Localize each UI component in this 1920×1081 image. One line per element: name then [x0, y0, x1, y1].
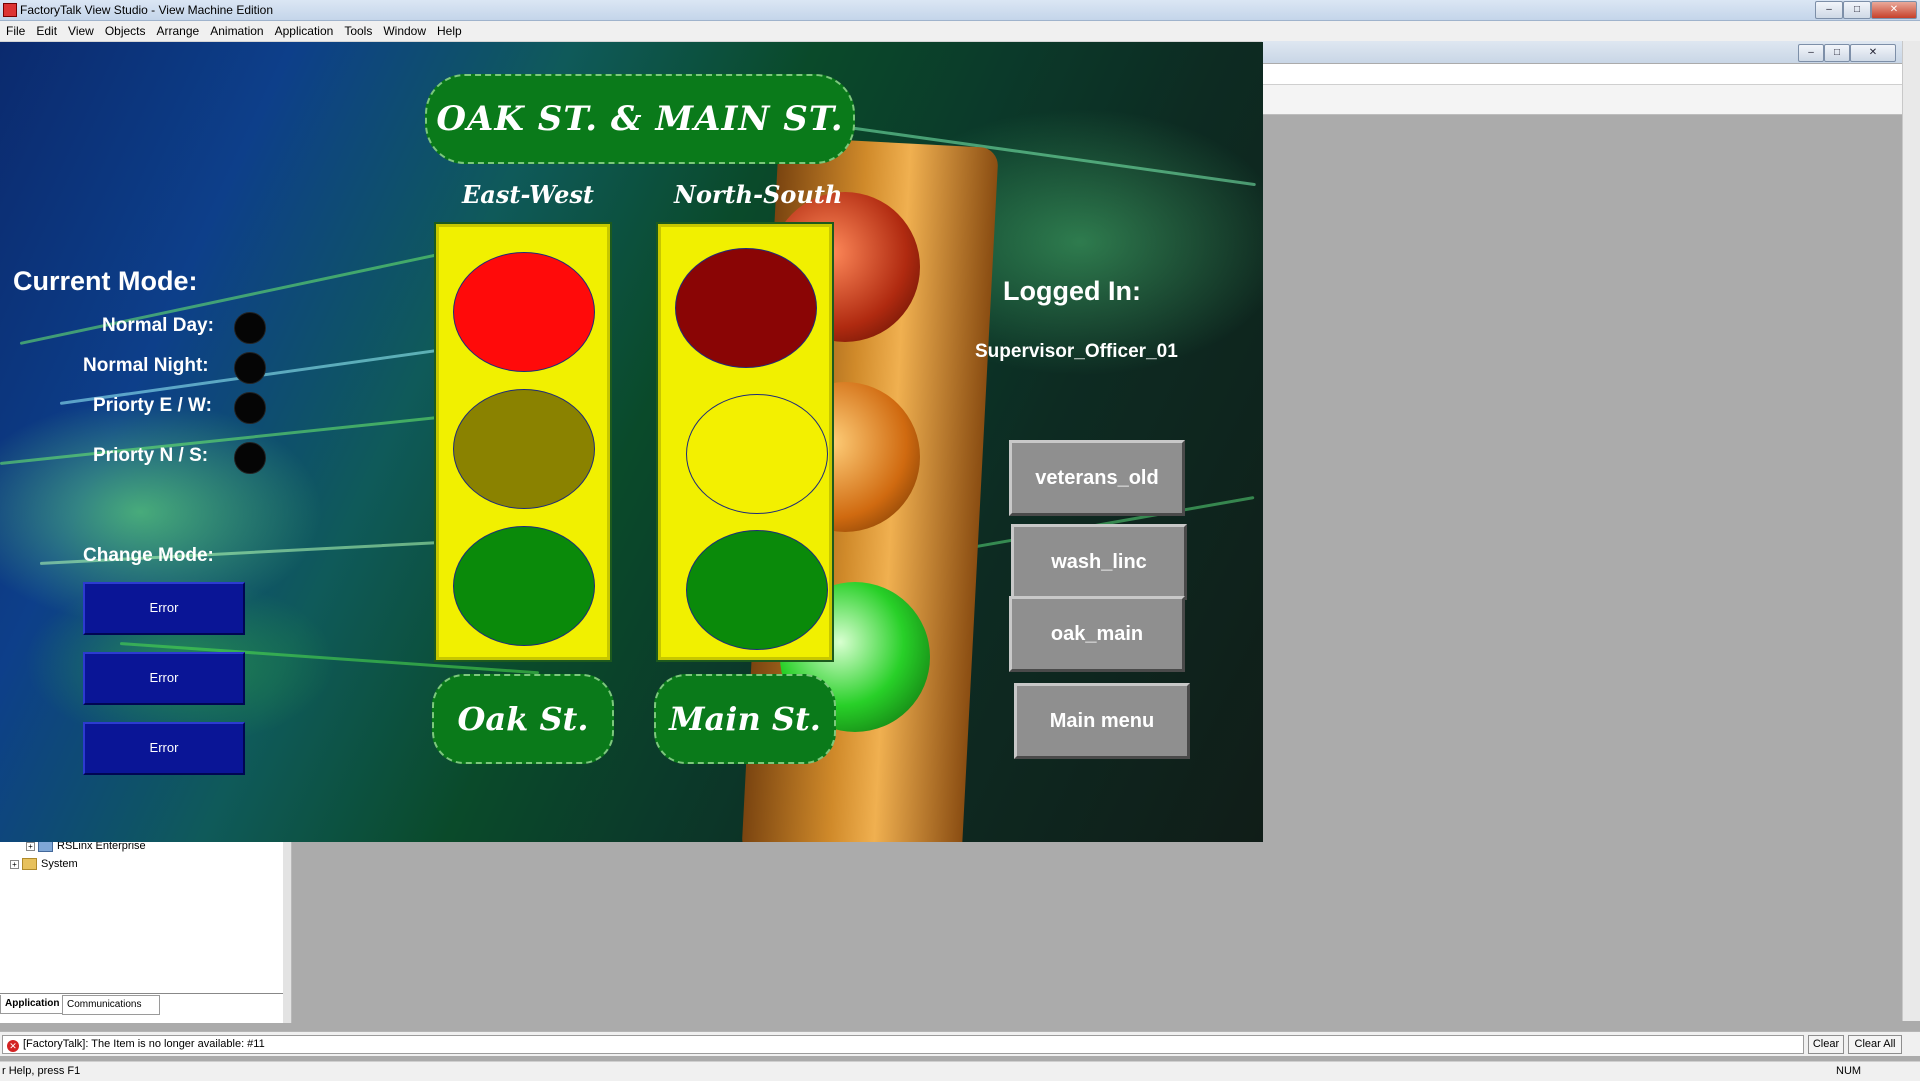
app-icon	[3, 3, 17, 17]
mode-label-priority-ew: Priorty E / W:	[93, 395, 212, 416]
diagnostics-message: [FactoryTalk]: The Item is no longer ava…	[23, 1038, 265, 1050]
menu-edit[interactable]: Edit	[30, 21, 62, 38]
change-mode-button-3[interactable]: Error	[83, 722, 245, 775]
clear-button[interactable]: Clear	[1808, 1035, 1844, 1054]
mode-indicator-normal-day	[234, 312, 266, 344]
east-west-red-lamp	[453, 252, 595, 372]
status-help-text: r Help, press F1	[2, 1065, 81, 1077]
inner-minimize-button[interactable]: –	[1798, 44, 1824, 62]
east-west-yellow-lamp	[453, 389, 595, 509]
tab-communications[interactable]: Communications	[62, 995, 160, 1015]
diagnostics-message-field[interactable]: ✕ [FactoryTalk]: The Item is no longer av…	[2, 1035, 1804, 1054]
mode-indicator-priority-ns	[234, 442, 266, 474]
mode-indicator-normal-night	[234, 352, 266, 384]
inner-window-bar: – □ ✕	[1262, 41, 1902, 63]
nav-button-veterans-old[interactable]: veterans_old	[1009, 440, 1185, 516]
menu-bar: File Edit View Objects Arrange Animation Appli…	[0, 21, 1920, 42]
menu-help[interactable]: Help	[431, 21, 467, 38]
menu-application[interactable]: Application	[269, 21, 339, 38]
change-mode-heading: Change Mode:	[83, 545, 214, 566]
north-south-yellow-lamp	[686, 394, 828, 514]
mode-label-normal-day: Normal Day:	[102, 315, 214, 336]
change-mode-button-1[interactable]: Error	[83, 582, 245, 635]
menu-file[interactable]: File	[0, 21, 30, 38]
east-west-green-lamp	[453, 526, 595, 646]
nav-button-oak-main[interactable]: oak_main	[1009, 596, 1185, 672]
expand-icon[interactable]: +	[10, 859, 19, 869]
north-south-label: North-South	[674, 180, 843, 209]
oak-street-label: Oak St.	[432, 674, 614, 764]
panel-splitter[interactable]	[283, 840, 292, 1023]
menu-arrange[interactable]: Arrange	[151, 21, 205, 38]
current-mode-heading: Current Mode:	[13, 266, 198, 296]
logged-in-heading: Logged In:	[1003, 276, 1141, 306]
mode-label-normal-night: Normal Night:	[83, 355, 209, 376]
north-south-signal	[656, 222, 834, 662]
minimize-button[interactable]: –	[1815, 1, 1843, 19]
tab-application[interactable]: Application	[0, 995, 65, 1014]
change-mode-button-2[interactable]: Error	[83, 652, 245, 705]
menu-animation[interactable]: Animation	[204, 21, 268, 38]
main-street-label: Main St.	[654, 674, 836, 764]
inner-close-button[interactable]: ✕	[1850, 44, 1896, 62]
status-num-indicator: NUM	[1836, 1065, 1862, 1077]
east-west-signal	[434, 222, 612, 662]
inner-maximize-button[interactable]: □	[1824, 44, 1850, 62]
east-west-label: East-West	[462, 180, 594, 209]
explorer-tabs: Application Communications	[0, 993, 283, 1016]
status-bar: r Help, press F1 NUM	[0, 1061, 1920, 1081]
north-south-green-lamp	[686, 530, 828, 650]
logged-in-user: Supervisor_Officer_01	[975, 341, 1178, 362]
maximize-button[interactable]: □	[1843, 1, 1871, 19]
menu-window[interactable]: Window	[377, 21, 431, 38]
nav-button-wash-linc[interactable]: wash_linc	[1011, 524, 1187, 600]
window-title: FactoryTalk View Studio - View Machine E…	[20, 3, 274, 17]
expand-icon[interactable]: +	[26, 841, 35, 851]
hmi-display: OAK ST. & MAIN ST. East-West North-South…	[0, 42, 1263, 842]
menu-view[interactable]: View	[62, 21, 99, 38]
folder-icon	[22, 858, 37, 871]
close-button[interactable]: ✕	[1871, 1, 1917, 19]
diagnostics-bar: ✕ [FactoryTalk]: The Item is no longer av…	[0, 1031, 1920, 1056]
intersection-title: OAK ST. & MAIN ST.	[425, 74, 855, 164]
mode-indicator-priority-ew	[234, 392, 266, 424]
inner-toolbar-secondary	[1262, 85, 1902, 115]
clear-all-button[interactable]: Clear All	[1848, 1035, 1902, 1054]
tree-item-system[interactable]: + System	[10, 858, 78, 871]
vertical-scrollbar[interactable]	[1902, 41, 1920, 1021]
north-south-red-lamp	[675, 248, 817, 368]
menu-objects[interactable]: Objects	[99, 21, 151, 38]
menu-tools[interactable]: Tools	[338, 21, 377, 38]
mode-label-priority-ns: Priorty N / S:	[93, 445, 209, 466]
title-bar: FactoryTalk View Studio - View Machine E…	[0, 0, 1920, 21]
error-icon: ✕	[7, 1040, 19, 1052]
nav-button-main-menu[interactable]: Main menu	[1014, 683, 1190, 759]
inner-toolbar	[1262, 64, 1902, 85]
